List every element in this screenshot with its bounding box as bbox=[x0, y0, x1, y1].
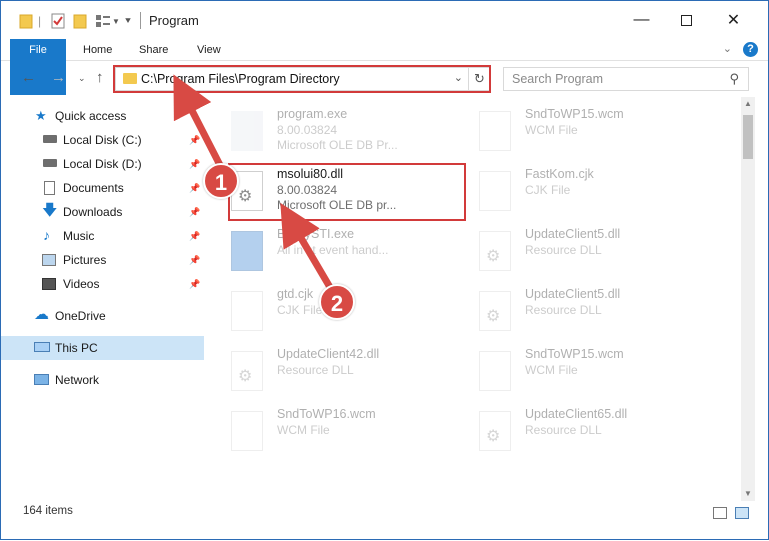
step-badge-1: 1 bbox=[203, 163, 239, 199]
arrow-1 bbox=[173, 74, 227, 173]
arrow-2 bbox=[280, 202, 335, 291]
step-badge-2: 2 bbox=[319, 284, 355, 320]
annotation-arrows bbox=[173, 74, 335, 291]
explorer-window: | ▼ ⯆ Program — ✕ File Home Share View ⌄… bbox=[0, 0, 769, 540]
